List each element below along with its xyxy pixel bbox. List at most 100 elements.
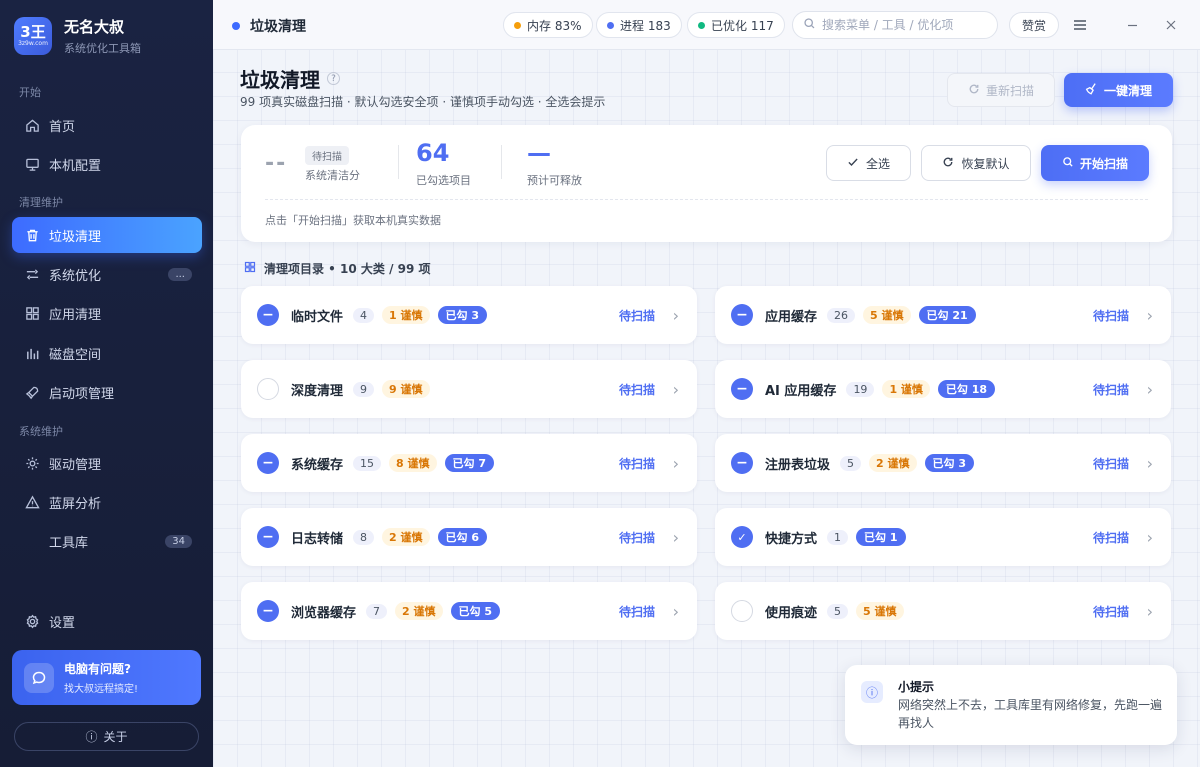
chevron-right-icon[interactable]: › <box>1147 528 1153 547</box>
item-count-badge: 15 <box>353 455 382 471</box>
sidebar-item-toolbox[interactable]: 工具库 34 <box>12 523 202 559</box>
divider <box>398 145 399 179</box>
unchecked-icon[interactable] <box>257 378 279 400</box>
category-name: AI 应用缓存 <box>765 383 837 399</box>
minimize-icon[interactable] <box>1121 14 1143 36</box>
rescan-button[interactable]: 重新扫描 <box>947 73 1055 107</box>
praise-button[interactable]: 赞赏 <box>1009 12 1059 38</box>
gear-icon <box>24 455 40 471</box>
caution-badge: 5 谨慎 <box>856 602 904 620</box>
clean-label: 一键清理 <box>1103 83 1152 98</box>
checked-icon[interactable]: ✓ <box>731 526 753 548</box>
checked-count-label: 已勾选项目 <box>416 174 471 187</box>
partial-check-icon[interactable]: − <box>257 452 279 474</box>
partial-check-icon[interactable]: − <box>257 600 279 622</box>
search-input[interactable] <box>822 18 982 32</box>
caution-badge: 2 谨慎 <box>382 528 430 546</box>
partial-check-icon[interactable]: − <box>731 304 753 326</box>
item-count-badge: 26 <box>827 307 856 323</box>
nav-section-start: 开始 <box>19 86 41 99</box>
category-card[interactable]: − 日志转储 8 2 谨慎 已勾 6 待扫描 › <box>241 508 697 566</box>
sidebar-item-disk-space[interactable]: 磁盘空间 <box>12 335 202 371</box>
about-button[interactable]: ⓘ 关于 <box>14 722 199 751</box>
chevron-right-icon[interactable]: › <box>673 528 679 547</box>
sidebar-item-startup[interactable]: 启动项管理 <box>12 374 202 410</box>
category-card[interactable]: − 临时文件 4 1 谨慎 已勾 3 待扫描 › <box>241 286 697 344</box>
chevron-right-icon[interactable]: › <box>673 306 679 325</box>
broom-icon <box>1085 82 1098 98</box>
sidebar-item-junk-clean[interactable]: 垃圾清理 <box>12 217 202 253</box>
category-card[interactable]: − 浏览器缓存 7 2 谨慎 已勾 5 待扫描 › <box>241 582 697 640</box>
sidebar-item-label: 启动项管理 <box>49 386 115 402</box>
remote-help-card[interactable]: 电脑有问题? 找大叔远程搞定! <box>12 650 201 705</box>
partial-check-icon[interactable]: − <box>731 452 753 474</box>
window-title-text: 垃圾清理 <box>250 19 306 35</box>
category-card[interactable]: 使用痕迹 5 5 谨慎 待扫描 › <box>715 582 1171 640</box>
sidebar-item-bsod[interactable]: 蓝屏分析 <box>12 484 202 520</box>
release-size-label: 预计可释放 <box>527 174 582 187</box>
search-icon <box>1062 156 1074 171</box>
app-subtitle: 系统优化工具箱 <box>64 42 141 55</box>
checked-badge: 已勾 18 <box>937 380 996 398</box>
caution-badge: 2 谨慎 <box>395 602 443 620</box>
item-count-badge: 5 <box>840 455 862 471</box>
category-card[interactable]: − 注册表垃圾 5 2 谨慎 已勾 3 待扫描 › <box>715 434 1171 492</box>
chevron-right-icon[interactable]: › <box>673 602 679 621</box>
restore-default-button[interactable]: 恢复默认 <box>921 145 1031 181</box>
checked-badge: 已勾 21 <box>918 306 976 324</box>
caution-badge: 8 谨慎 <box>389 454 437 472</box>
sidebar-item-driver[interactable]: 驱动管理 <box>12 445 202 481</box>
sidebar-item-settings[interactable]: 设置 <box>12 603 202 639</box>
checked-badge: 已勾 1 <box>856 528 906 546</box>
close-icon[interactable] <box>1160 14 1182 36</box>
chevron-right-icon[interactable]: › <box>673 454 679 473</box>
app-name: 无名大叔 <box>64 18 125 36</box>
chevron-right-icon[interactable]: › <box>1147 306 1153 325</box>
page-subtitle: 99 项真实磁盘扫描 · 默认勾选安全项 · 谨慎项手动勾选 · 全选会提示 <box>240 95 606 109</box>
sidebar-item-local-config[interactable]: 本机配置 <box>12 146 202 182</box>
chevron-right-icon[interactable]: › <box>1147 380 1153 399</box>
menu-icon[interactable] <box>1069 14 1091 36</box>
title-dot <box>232 22 240 30</box>
chevron-right-icon[interactable]: › <box>1147 602 1153 621</box>
monitor-icon <box>24 156 40 172</box>
caution-badge: 2 谨慎 <box>869 454 917 472</box>
grid-icon <box>244 261 256 276</box>
logo-mark: 3王 <box>20 23 46 41</box>
scan-status: 待扫描 <box>1092 530 1129 545</box>
chevron-right-icon[interactable]: › <box>673 380 679 399</box>
partial-check-icon[interactable]: − <box>257 304 279 326</box>
sidebar-item-label: 系统优化 <box>49 268 102 284</box>
scan-status: 待扫描 <box>618 456 655 471</box>
nav-section-cleanup: 清理维护 <box>19 196 63 209</box>
help-icon[interactable]: ? <box>327 72 340 85</box>
category-card[interactable]: − AI 应用缓存 19 1 谨慎 已勾 18 待扫描 › <box>715 360 1171 418</box>
partial-check-icon[interactable]: − <box>731 378 753 400</box>
scan-status: 待扫描 <box>618 382 655 397</box>
checked-badge: 已勾 3 <box>924 454 974 472</box>
checked-badge: 已勾 3 <box>437 306 487 324</box>
chat-icon <box>24 662 54 693</box>
category-name: 深度清理 <box>291 383 344 399</box>
checked-badge: 已勾 7 <box>444 454 494 472</box>
sidebar-item-app-clean[interactable]: 应用清理 <box>12 295 202 331</box>
unchecked-icon[interactable] <box>731 600 753 622</box>
one-click-clean-button[interactable]: 一键清理 <box>1064 73 1173 107</box>
sidebar-item-system-optimize[interactable]: 系统优化 ... <box>12 256 202 292</box>
summary-card: -- 待扫描 系统清洁分 64 已勾选项目 — 预计可释放 全选 恢复默认 开始… <box>241 125 1172 242</box>
category-card[interactable]: − 应用缓存 26 5 谨慎 已勾 21 待扫描 › <box>715 286 1171 344</box>
chevron-right-icon[interactable]: › <box>1147 454 1153 473</box>
category-card[interactable]: − 系统缓存 15 8 谨慎 已勾 7 待扫描 › <box>241 434 697 492</box>
category-card[interactable]: 深度清理 9 9 谨慎 待扫描 › <box>241 360 697 418</box>
partial-check-icon[interactable]: − <box>257 526 279 548</box>
sidebar-item-label: 本机配置 <box>49 158 102 174</box>
sidebar-item-label: 磁盘空间 <box>49 347 102 363</box>
scan-status: 待扫描 <box>1092 456 1129 471</box>
item-count-badge: 1 <box>827 529 849 545</box>
info-icon: ⓘ <box>861 681 883 703</box>
select-all-button[interactable]: 全选 <box>826 145 911 181</box>
category-card[interactable]: ✓ 快捷方式 1 已勾 1 待扫描 › <box>715 508 1171 566</box>
search-box[interactable] <box>792 11 998 39</box>
start-scan-button[interactable]: 开始扫描 <box>1041 145 1149 181</box>
sidebar-item-home[interactable]: 首页 <box>12 107 202 143</box>
